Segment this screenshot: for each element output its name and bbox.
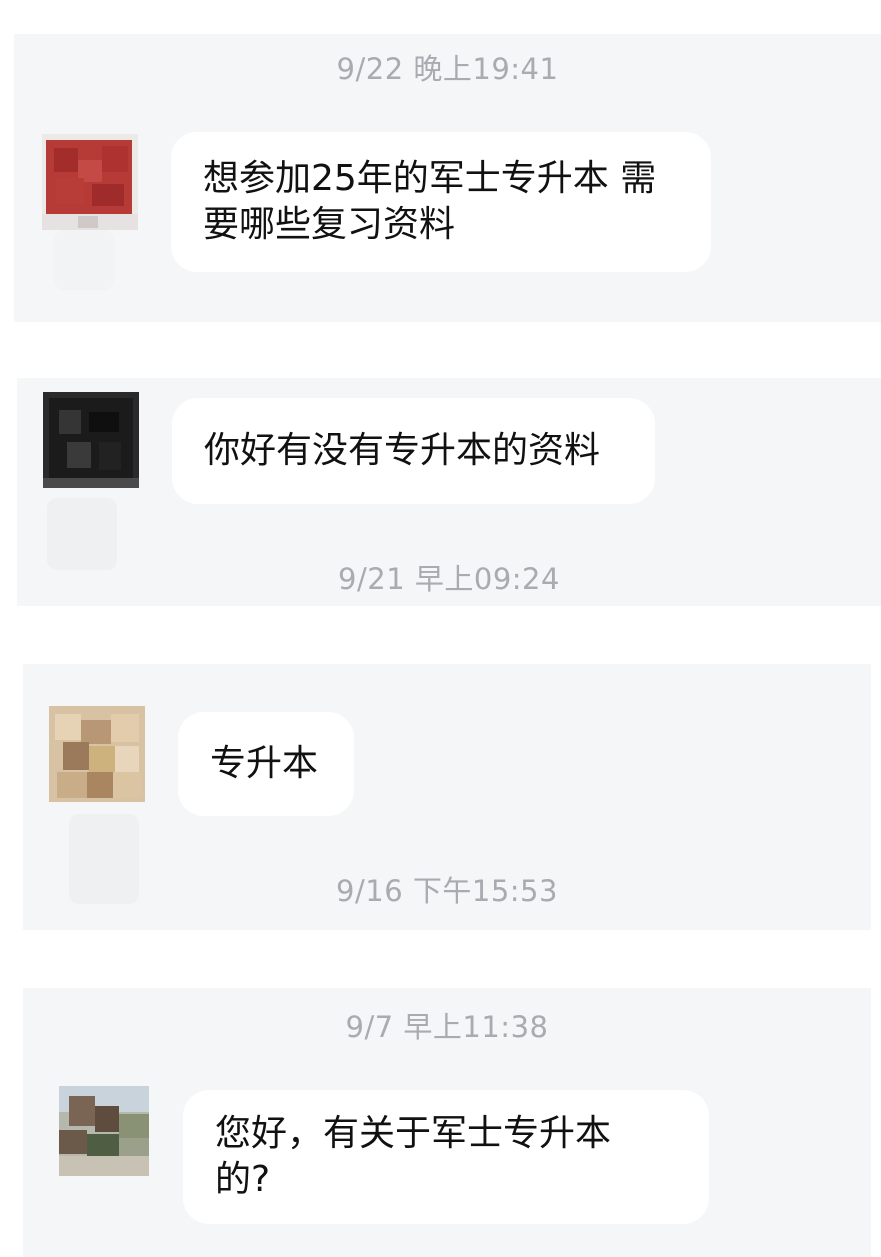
- message-timestamp: 9/21 早上09:24: [338, 562, 560, 596]
- message-bubble[interactable]: 专升本: [178, 712, 354, 816]
- message-text: 您好，有关于军士专升本的?: [215, 1113, 612, 1200]
- landscape-pixelated-avatar-icon: [59, 1086, 149, 1176]
- message-text: 你好有没有专升本的资料: [204, 430, 601, 471]
- message-timestamp: 9/7 早上11:38: [345, 1010, 549, 1044]
- message-card[interactable]: 你好有没有专升本的资料 9/21 早上09:24: [17, 378, 881, 606]
- red-pixelated-avatar-icon: [42, 134, 138, 230]
- dark-pixelated-avatar-icon: [43, 392, 139, 488]
- message-card[interactable]: 9/7 早上11:38 您好，有关于军士专升本的?: [23, 988, 871, 1257]
- message-timestamp: 9/22 晚上19:41: [336, 52, 559, 86]
- avatar-shadow: [54, 230, 114, 290]
- message-bubble[interactable]: 您好，有关于军士专升本的?: [183, 1090, 709, 1224]
- message-bubble[interactable]: 你好有没有专升本的资料: [172, 398, 655, 504]
- beige-pixelated-avatar-icon: [49, 706, 145, 802]
- message-card[interactable]: 9/22 晚上19:41 想参加25年的军士专升本 需要哪些复习资料: [14, 34, 881, 322]
- sender-avatar[interactable]: [49, 706, 145, 802]
- sender-avatar[interactable]: [43, 392, 139, 488]
- message-text: 专升本: [210, 743, 319, 784]
- message-timestamp: 9/16 下午15:53: [336, 874, 558, 908]
- message-bubble[interactable]: 想参加25年的军士专升本 需要哪些复习资料: [171, 132, 711, 272]
- message-text: 想参加25年的军士专升本 需要哪些复习资料: [203, 158, 657, 245]
- sender-avatar[interactable]: [59, 1086, 149, 1176]
- sender-avatar[interactable]: [42, 134, 138, 230]
- message-card[interactable]: 专升本 9/16 下午15:53: [23, 664, 871, 930]
